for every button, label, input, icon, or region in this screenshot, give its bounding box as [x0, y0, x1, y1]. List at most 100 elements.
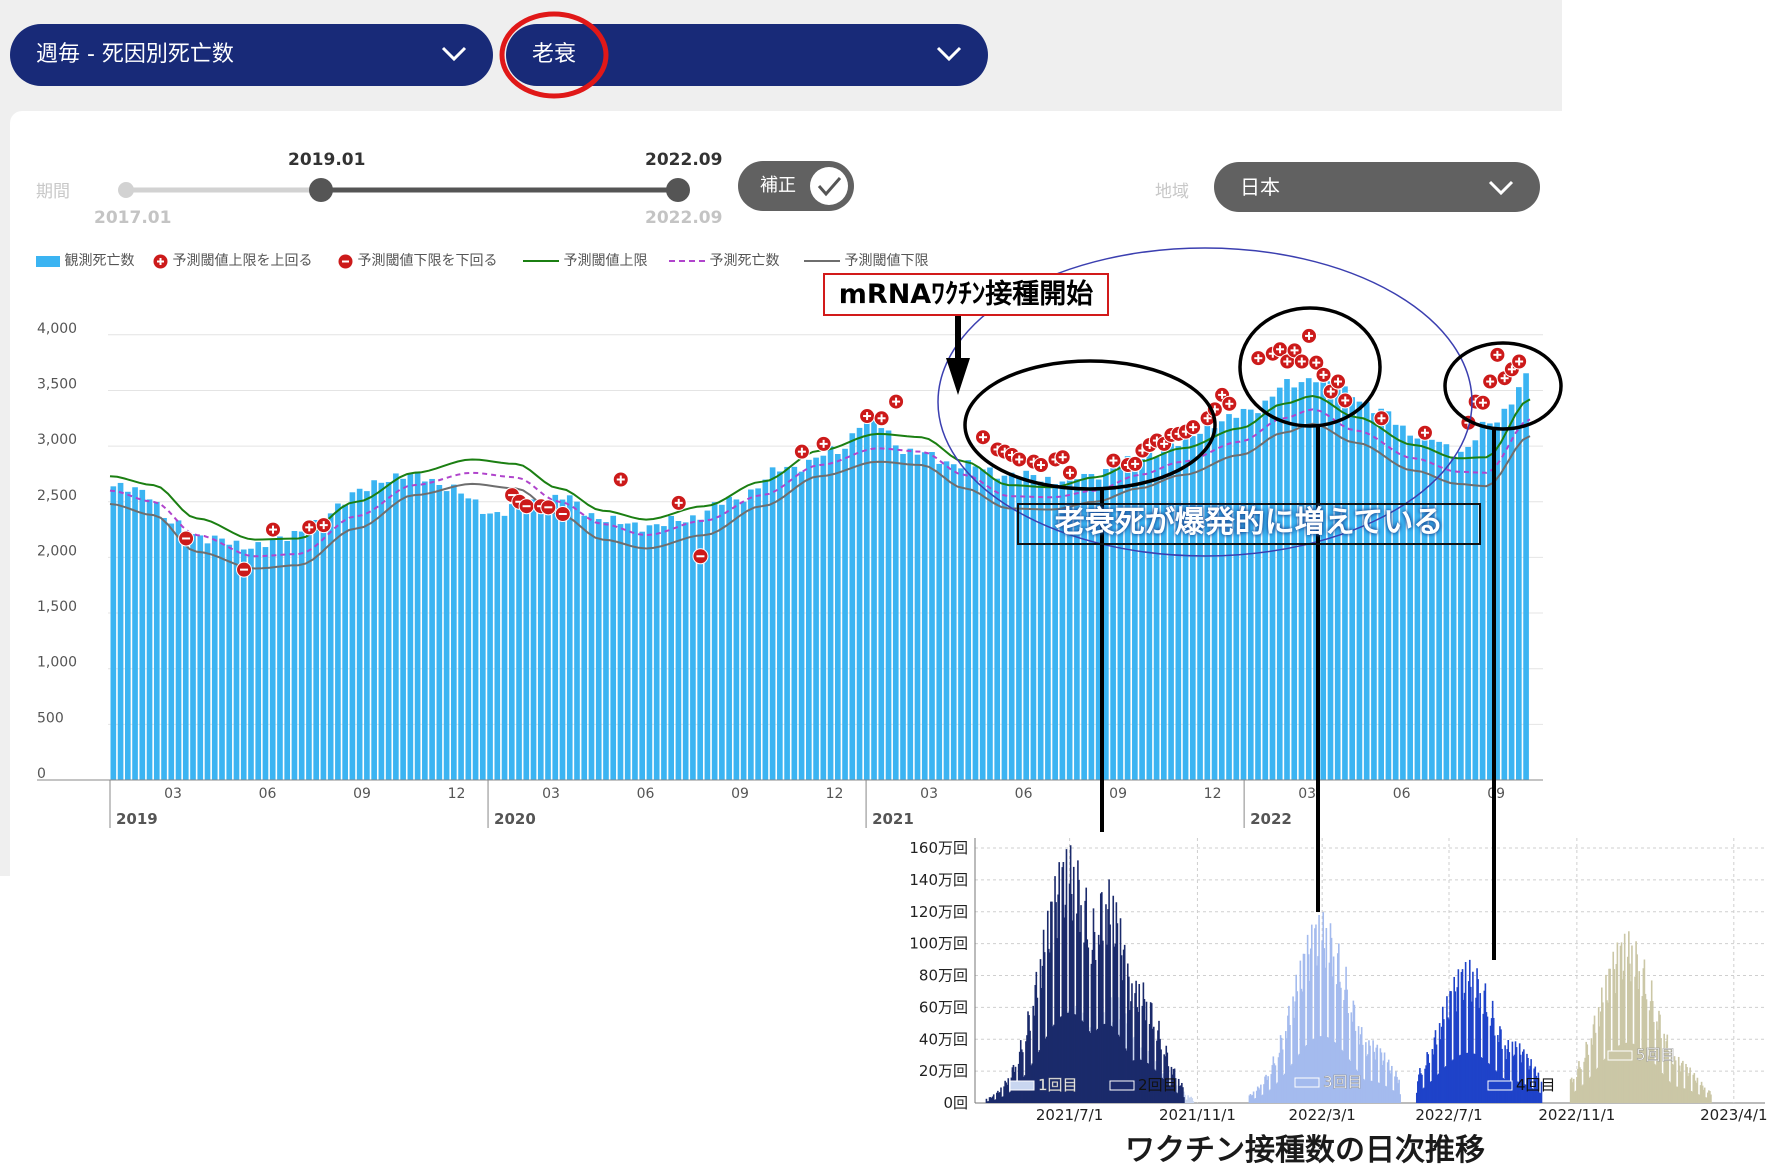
inset-y-tick-label: 40万回: [919, 1030, 968, 1048]
vaccine-start-annotation: mRNAﾜｸﾁﾝ接種開始: [823, 273, 1109, 316]
observed-bar: [1414, 438, 1421, 780]
circle-annotation-2021: [963, 359, 1217, 491]
observed-bar: [284, 540, 291, 780]
observed-bar: [472, 499, 479, 780]
observed-bar: [762, 479, 769, 780]
observed-bar: [740, 501, 747, 780]
inset-x-tick-label: 2023/4/1: [1700, 1106, 1767, 1124]
observed-bar: [595, 519, 602, 780]
observed-bar: [1001, 475, 1008, 780]
observed-bar: [588, 513, 595, 780]
observed-bar: [1197, 433, 1203, 780]
observed-bar: [494, 512, 501, 780]
observed-bar: [1204, 423, 1211, 780]
observed-bar: [371, 480, 377, 780]
observed-bar: [537, 505, 544, 780]
explosive-increase-text: 老衰死が爆発的に増えている: [1054, 505, 1444, 540]
inset-x-tick-label: 2022/11/1: [1538, 1106, 1615, 1124]
observed-bar: [1247, 409, 1254, 780]
observed-bar: [190, 534, 196, 780]
x-year-label: 2022: [1250, 810, 1292, 828]
observed-bar: [291, 530, 298, 780]
observed-bar: [1262, 400, 1269, 780]
x-month-tick: 09: [353, 786, 371, 802]
observed-bar: [146, 499, 153, 780]
observed-bar: [566, 495, 573, 780]
x-month-tick: 03: [1298, 786, 1316, 802]
observed-bar: [1211, 428, 1218, 780]
observed-bar: [1487, 423, 1493, 780]
inset-title: ワクチン接種数の日次推移: [1125, 1133, 1485, 1168]
observed-bar: [269, 539, 276, 780]
observed-bar: [1298, 382, 1305, 780]
observed-bar: [168, 523, 175, 780]
observed-bar: [110, 486, 117, 780]
observed-bar: [1363, 402, 1370, 780]
observed-bar: [1291, 387, 1298, 780]
observed-bar: [1284, 379, 1290, 780]
observed-bar: [1421, 430, 1428, 780]
observed-bar: [530, 499, 537, 780]
observed-bar: [842, 448, 848, 780]
x-month-tick: 09: [1109, 786, 1127, 802]
vaccine-start-text: mRNAﾜｸﾁﾝ接種開始: [838, 279, 1094, 310]
observed-bar: [436, 485, 443, 780]
observed-bar: [465, 498, 472, 780]
x-month-tick: 03: [920, 786, 938, 802]
observed-bar: [1378, 408, 1385, 780]
observed-bar: [813, 457, 819, 780]
observed-bar: [965, 460, 972, 780]
observed-bar: [979, 469, 986, 780]
observed-bar: [262, 547, 269, 780]
y-tick-label: 2,500: [37, 488, 77, 504]
x-month-tick: 12: [1204, 786, 1222, 802]
observed-bar: [508, 504, 515, 780]
inset-x-tick-label: 2021/7/1: [1036, 1106, 1103, 1124]
y-tick-label: 3,000: [37, 432, 77, 448]
observed-bar: [1233, 417, 1240, 780]
inset-x-tick-label: 2021/11/1: [1159, 1106, 1236, 1124]
observed-bar: [197, 535, 204, 780]
observed-bar: [632, 522, 638, 780]
observed-bar: [1175, 445, 1182, 780]
observed-bar: [479, 513, 486, 780]
observed-bar: [1385, 411, 1392, 780]
x-month-tick: 06: [637, 786, 655, 802]
observed-bar: [675, 521, 682, 780]
observed-bar: [668, 515, 675, 780]
observed-bar: [1400, 425, 1406, 780]
observed-bar: [117, 482, 124, 780]
observed-bar: [1269, 396, 1276, 780]
observed-bar: [719, 504, 725, 780]
observed-bar: [342, 504, 348, 780]
observed-bar: [175, 520, 182, 780]
inset-x-tick-label: 2022/3/1: [1288, 1106, 1355, 1124]
observed-bar: [400, 478, 406, 780]
observed-bar: [1146, 452, 1153, 780]
y-tick-label: 3,500: [37, 376, 77, 392]
observed-bar: [733, 499, 740, 780]
y-tick-label: 2,000: [37, 543, 77, 559]
observed-bar: [1429, 439, 1435, 780]
observed-bar: [885, 430, 892, 780]
observed-bar: [653, 524, 660, 780]
observed-bar: [711, 502, 718, 780]
observed-bar: [1218, 421, 1225, 780]
observed-bar: [936, 463, 943, 780]
observed-bar: [320, 521, 327, 780]
observed-bar: [356, 488, 363, 780]
observed-bar: [559, 499, 566, 780]
observed-bar: [1226, 414, 1232, 780]
observed-bar: [132, 487, 138, 780]
observed-bar: [298, 531, 305, 780]
observed-bar: [545, 502, 551, 780]
observed-bar: [1189, 436, 1196, 780]
observed-bar: [1458, 451, 1464, 780]
observed-bar: [1342, 386, 1348, 780]
observed-bar: [487, 513, 493, 780]
observed-bar: [820, 455, 827, 780]
inset-y-tick-label: 100万回: [909, 935, 968, 953]
observed-bar: [827, 446, 834, 780]
observed-bar: [878, 428, 885, 780]
observed-bar: [451, 484, 457, 780]
